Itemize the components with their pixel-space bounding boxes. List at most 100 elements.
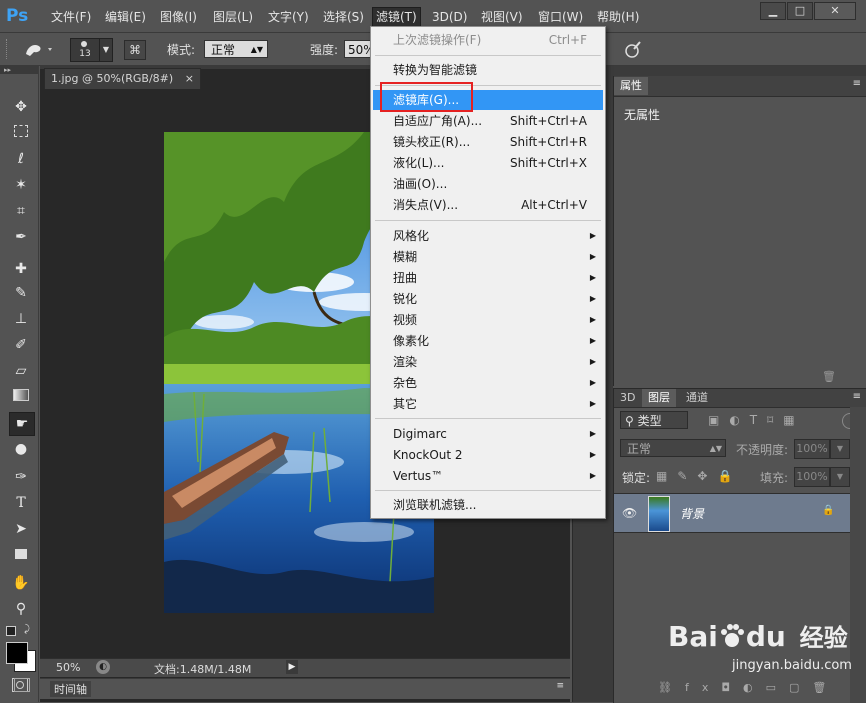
menu-3d[interactable]: 3D(D) [429,8,470,26]
eraser-tool-icon[interactable]: ▱ [9,360,33,382]
menu-edit[interactable]: 编辑(E) [102,8,149,26]
menu-type[interactable]: 文字(Y) [265,8,312,26]
menu-item-stylize[interactable]: 风格化 ▶ [373,226,603,246]
menu-select[interactable]: 选择(S) [320,8,367,26]
status-bar: 50% ◐ 文档:1.48M/1.48M ▶ [40,658,570,677]
panel-menu-icon[interactable]: ≡ [853,78,861,89]
close-window-button[interactable]: ✕ [814,2,856,20]
restore-button[interactable]: □ [787,2,813,20]
brush-panel-icon[interactable]: ⌘ [124,40,146,60]
menu-item-lens-correction[interactable]: 镜头校正(R)... Shift+Ctrl+R [373,132,603,152]
close-tab-icon[interactable]: × [185,72,194,85]
trash-icon[interactable]: 🗑 [822,370,836,383]
menu-item-distort[interactable]: 扭曲 ▶ [373,268,603,288]
menu-item-liquify[interactable]: 液化(L)... Shift+Ctrl+X [373,153,603,173]
menu-item-adaptive-wide-angle[interactable]: 自适应广角(A)... Shift+Ctrl+A [373,111,603,131]
swap-colors-icon[interactable]: ⤸ [24,624,30,635]
menu-item-vanishing-point[interactable]: 消失点(V)... Alt+Ctrl+V [373,195,603,215]
menu-item-digimarc[interactable]: Digimarc ▶ [373,424,603,444]
visibility-eye-icon[interactable]: 👁 [622,506,637,520]
menu-view[interactable]: 视图(V) [478,8,526,26]
timeline-tab[interactable]: 时间轴 [50,681,91,697]
menu-layer[interactable]: 图层(L) [210,8,256,26]
menu-item-video[interactable]: 视频 ▶ [373,310,603,330]
lock-options-icons[interactable]: ▦✎✥🔒 [656,469,742,483]
menu-item-knockout[interactable]: KnockOut 2 ▶ [373,445,603,465]
menu-item-noise[interactable]: 杂色 ▶ [373,373,603,393]
menu-file[interactable]: 文件(F) [48,8,94,26]
menu-item-other[interactable]: 其它 ▶ [373,394,603,414]
crop-tool-icon[interactable]: ⌗ [9,200,33,222]
menu-item-oil-paint[interactable]: 油画(O)... [373,174,603,194]
magic-wand-tool-icon[interactable]: ✶ [9,174,33,196]
menu-filter[interactable]: 滤镜(T) [372,7,421,27]
frame-icon[interactable] [14,678,30,692]
panel-menu-icon[interactable]: ≡ [556,681,564,691]
shape-tool-icon[interactable] [9,544,33,566]
tab-3d[interactable]: 3D [614,389,641,407]
history-brush-tool-icon[interactable]: ✐ [9,334,33,356]
toolbar-collapse-icon[interactable]: ▸▸ [0,66,38,74]
blend-mode-select[interactable]: 正常 ▲▼ [620,439,726,457]
foreground-color-swatch[interactable] [6,642,28,664]
healing-brush-tool-icon[interactable]: ✚ [9,258,33,280]
document-tab[interactable]: 1.jpg @ 50%(RGB/8#) × [44,68,201,89]
fill-input[interactable]: 100% [794,467,830,487]
zoom-tool-icon[interactable]: ⚲ [9,598,33,620]
menu-item-blur[interactable]: 模糊 ▶ [373,247,603,267]
pressure-icon[interactable] [622,39,644,61]
opacity-input[interactable]: 100% [794,439,830,459]
smudge-tool-icon[interactable]: ☛ [9,412,35,436]
menu-item-render[interactable]: 渲染 ▶ [373,352,603,372]
menu-help[interactable]: 帮助(H) [594,8,642,26]
tab-layers[interactable]: 图层 [642,389,676,407]
clone-stamp-tool-icon[interactable]: ⊥ [9,308,33,330]
menu-item-convert-smart-filter[interactable]: 转换为智能滤镜 [373,60,603,80]
layer-name[interactable]: 背景 [680,505,704,522]
layer-footer-icons[interactable]: ⛓fx◘◐▭▢🗑 [658,681,839,694]
marquee-tool-icon[interactable] [9,122,33,144]
brush-size-picker[interactable]: 13 [70,38,100,62]
pen-tool-icon[interactable]: ✑ [9,466,33,488]
path-selection-tool-icon[interactable]: ➤ [9,518,33,540]
submenu-arrow-icon: ▶ [589,357,596,366]
menu-item-pixelate[interactable]: 像素化 ▶ [373,331,603,351]
smudge-tool-preset[interactable] [20,39,56,59]
zoom-level[interactable]: 50% [56,661,80,674]
brush-tool-icon[interactable]: ✎ [9,282,33,304]
menu-item-vertus[interactable]: Vertus™ ▶ [373,466,603,486]
move-tool-icon[interactable]: ✥ [9,96,33,118]
status-menu-arrow[interactable]: ▶ [286,660,298,674]
type-tool-icon[interactable]: T [9,492,33,514]
strength-input[interactable]: 50% [344,40,372,58]
opacity-dropdown-icon[interactable]: ▼ [830,439,850,459]
panel-menu-icon[interactable]: ≡ [853,391,861,402]
menu-item-sharpen[interactable]: 锐化 ▶ [373,289,603,309]
minimize-button[interactable]: ▁ [760,2,786,20]
layer-filter-icons[interactable]: ▣◐T⌑▦ [708,413,805,427]
default-colors-icon[interactable] [6,626,16,636]
layer-kind-filter[interactable]: ⚲ 类型 [620,411,688,429]
search-icon: ⚲ [625,414,638,428]
gradient-tool-icon[interactable] [9,386,33,408]
fill-dropdown-icon[interactable]: ▼ [830,467,850,487]
layer-row-background[interactable]: 👁 背景 🔒 [614,493,850,533]
mode-select[interactable]: 正常 ▲▼ [204,40,268,58]
menu-item-browse-online-filters[interactable]: 浏览联机滤镜... [373,495,603,515]
menu-item-label: KnockOut 2 [393,448,463,462]
share-icon[interactable]: ◐ [96,660,110,674]
menu-item-label: 自适应广角(A)... [393,114,483,128]
panel-collapse-bar[interactable] [613,66,866,76]
menu-item-label: 上次滤镜操作(F) [393,33,482,47]
hand-tool-icon[interactable]: ✋ [9,572,33,594]
lasso-tool-icon[interactable]: ℓ [9,148,33,170]
dodge-tool-icon[interactable]: ● [9,438,33,460]
menu-window[interactable]: 窗口(W) [535,8,586,26]
menu-item-last-filter[interactable]: 上次滤镜操作(F) Ctrl+F [373,30,603,50]
menu-image[interactable]: 图像(I) [157,8,200,26]
chevron-down-icon: ▲▼ [709,444,722,453]
tab-properties[interactable]: 属性 [614,77,648,95]
brush-dropdown-arrow[interactable]: ▼ [99,38,113,62]
eyedropper-tool-icon[interactable]: ✒ [9,226,33,248]
tab-channels[interactable]: 通道 [680,389,714,407]
